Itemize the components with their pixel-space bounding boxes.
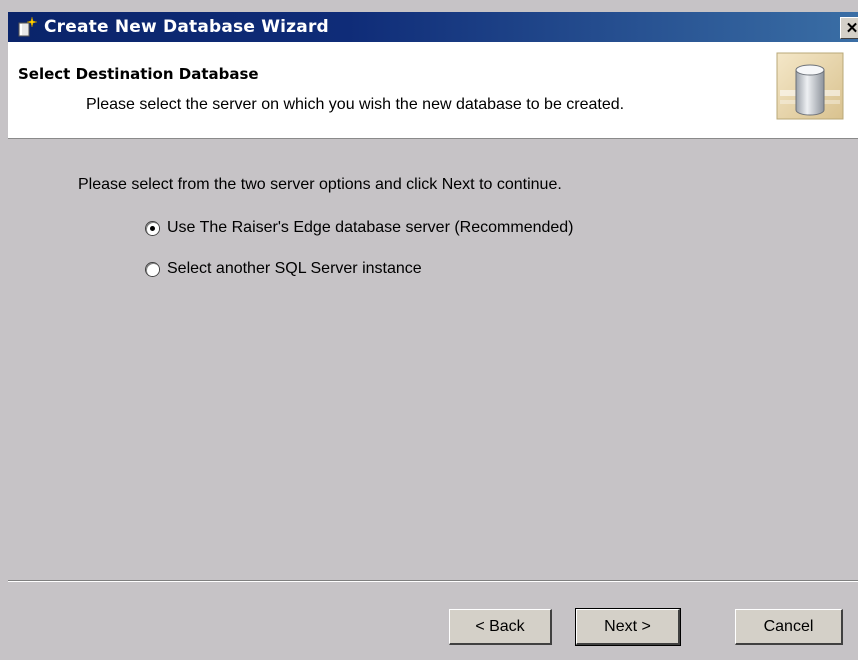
option-label: Use The Raiser's Edge database server (R… bbox=[167, 219, 574, 236]
database-icon bbox=[776, 52, 844, 120]
option-other-sql-instance[interactable]: Select another SQL Server instance bbox=[146, 260, 422, 278]
wizard-content: Please select from the two server option… bbox=[8, 139, 858, 580]
instructions-text: Please select from the two server option… bbox=[78, 176, 562, 193]
next-button-label: Next > bbox=[604, 617, 651, 635]
radio-selected-icon[interactable] bbox=[146, 221, 159, 235]
wizard-window: Create New Database Wizard ✕ Select Dest… bbox=[0, 0, 858, 660]
title-bar[interactable]: Create New Database Wizard ✕ bbox=[8, 12, 858, 42]
page-title: Select Destination Database bbox=[18, 65, 259, 83]
page-subtitle: Please select the server on which you wi… bbox=[86, 96, 625, 113]
wizard-footer: < Back Next > Cancel bbox=[8, 582, 858, 660]
wizard-sparkle-icon bbox=[14, 14, 40, 40]
option-label: Select another SQL Server instance bbox=[167, 260, 422, 277]
radio-unselected-icon[interactable] bbox=[146, 262, 159, 276]
back-button[interactable]: < Back bbox=[449, 609, 552, 645]
cancel-button[interactable]: Cancel bbox=[735, 609, 843, 645]
wizard-header: Select Destination Database Please selec… bbox=[8, 42, 858, 139]
cancel-button-label: Cancel bbox=[763, 617, 814, 635]
close-button[interactable]: ✕ bbox=[840, 17, 858, 39]
close-icon: ✕ bbox=[845, 20, 858, 37]
option-raisers-edge-server[interactable]: Use The Raiser's Edge database server (R… bbox=[146, 219, 574, 237]
back-button-label: < Back bbox=[475, 617, 525, 635]
next-button[interactable]: Next > bbox=[575, 608, 681, 646]
window-title: Create New Database Wizard bbox=[44, 17, 329, 37]
